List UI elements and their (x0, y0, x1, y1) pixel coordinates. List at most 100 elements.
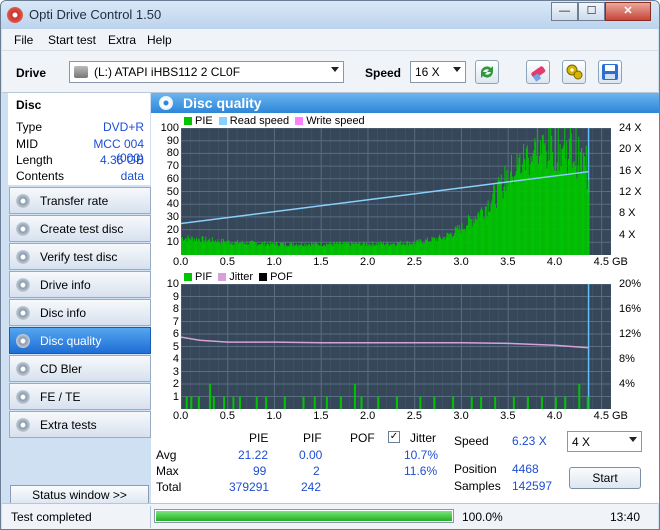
pie-bar (559, 144, 561, 255)
nav-item-fe-te[interactable]: FE / TE (9, 383, 151, 410)
pie-bar (223, 238, 225, 255)
pie-bar (312, 242, 314, 255)
chart2-legend: PIF Jitter POF (184, 271, 293, 283)
pie-bar (572, 162, 574, 255)
pie-bar (278, 246, 280, 255)
pie-bar (304, 243, 306, 255)
minimize-button[interactable]: — (551, 2, 578, 21)
nav-item-cd-bler[interactable]: CD Bler (9, 355, 151, 382)
disc-length-value: 4.36 GB (99, 153, 144, 167)
drive-label: Drive (16, 66, 47, 80)
pif-bar (190, 396, 193, 409)
pie-bar (253, 241, 255, 255)
pie-bar (415, 241, 417, 255)
nav-item-transfer-rate[interactable]: Transfer rate (9, 187, 151, 214)
pie-bar (283, 245, 285, 255)
nav-item-disc-info[interactable]: Disc info (9, 299, 151, 326)
max-pif: 2 (313, 464, 320, 478)
pif-bar (554, 396, 557, 409)
nav-item-verify-test-disc[interactable]: Verify test disc (9, 243, 151, 270)
nav-item-drive-info[interactable]: Drive info (9, 271, 151, 298)
pie-bar (580, 151, 582, 255)
x-tick-label: 2.0 (359, 256, 376, 268)
settings-button[interactable] (562, 60, 586, 84)
speed-select[interactable]: 16 X (410, 61, 466, 83)
x-tick-label: 3.5 (500, 410, 516, 422)
pie-bar (234, 242, 236, 255)
pie-bar (371, 241, 373, 255)
menu-start-test[interactable]: Start test (48, 33, 96, 47)
nav-item-create-test-disc[interactable]: Create test disc (9, 215, 151, 242)
close-button[interactable]: ✕ (605, 2, 651, 21)
pie-bar (402, 244, 404, 255)
pie-bar (445, 237, 447, 255)
pie-bar (316, 243, 318, 255)
nav-item-disc-quality[interactable]: Disc quality (9, 327, 151, 354)
pie-bar (352, 243, 354, 255)
pie-bar (276, 241, 278, 255)
pie-bar (378, 242, 380, 255)
pie-bar (534, 138, 536, 255)
pie-bar (297, 244, 299, 255)
pie-bar (281, 243, 283, 255)
pie-bar (459, 229, 461, 255)
pie-bar (341, 243, 343, 255)
pie-bar (385, 243, 387, 255)
x-tick-label: 4.0 (546, 410, 563, 422)
pie-bar (588, 192, 590, 255)
y-right-tick-label: 20 X (619, 143, 642, 156)
pie-bar (579, 172, 581, 255)
y-tick-label: 80 (166, 147, 179, 160)
pie-bar (347, 243, 349, 255)
pie-bar (528, 174, 530, 255)
pie-bar (407, 240, 409, 255)
eraser-icon (531, 66, 546, 82)
pie-bar (211, 237, 213, 255)
pie-bar (519, 153, 521, 255)
pie-bar (513, 176, 515, 255)
pie-bar (491, 200, 493, 255)
pie-bar (183, 239, 185, 255)
pie-bar (295, 243, 297, 255)
pie-bar (481, 207, 483, 255)
jitter-checkbox[interactable]: ✓ (388, 431, 400, 443)
pie-bar (263, 244, 265, 255)
menu-help[interactable]: Help (147, 33, 172, 47)
maximize-button[interactable]: ☐ (578, 2, 605, 21)
erase-button[interactable] (526, 60, 550, 84)
pie-bar (230, 243, 232, 255)
save-button[interactable] (598, 60, 622, 84)
pie-bar (292, 245, 294, 255)
pie-bar (370, 246, 372, 255)
y-right-tick-label: 24 X (619, 122, 642, 134)
pie-bar (266, 244, 268, 255)
max-jitter: 11.6% (404, 464, 438, 478)
refresh-button[interactable] (475, 60, 499, 84)
pie-bar (359, 242, 361, 255)
pif-bar (283, 396, 286, 409)
status-window-button[interactable]: Status window >> (10, 485, 149, 505)
menu-file[interactable]: File (14, 33, 33, 47)
menu-extra[interactable]: Extra (108, 33, 136, 47)
pie-bar (209, 241, 211, 255)
drive-select[interactable]: (L:) ATAPI iHBS112 2 CL0F (69, 61, 344, 83)
pie-bar (511, 176, 513, 255)
pie-bar (346, 241, 348, 255)
pie-bar (540, 153, 542, 255)
stats-header-pif: PIF (303, 431, 322, 445)
nav-item-icon (16, 390, 30, 404)
pie-bar (208, 239, 210, 255)
status-time: 13:40 (610, 510, 641, 524)
pie-bar (293, 243, 295, 255)
pie-bar (453, 235, 455, 255)
pie-bar (326, 244, 328, 255)
pie-bar (377, 245, 379, 255)
start-button[interactable]: Start (569, 467, 641, 489)
pie-bar (394, 244, 396, 255)
pie-bar (476, 219, 478, 255)
nav-item-extra-tests[interactable]: Extra tests (9, 411, 151, 438)
nav-item-label: Create test disc (40, 222, 124, 236)
nav-item-icon (16, 306, 30, 320)
test-speed-select[interactable]: 4 X (567, 431, 642, 452)
pie-bar (237, 240, 239, 255)
